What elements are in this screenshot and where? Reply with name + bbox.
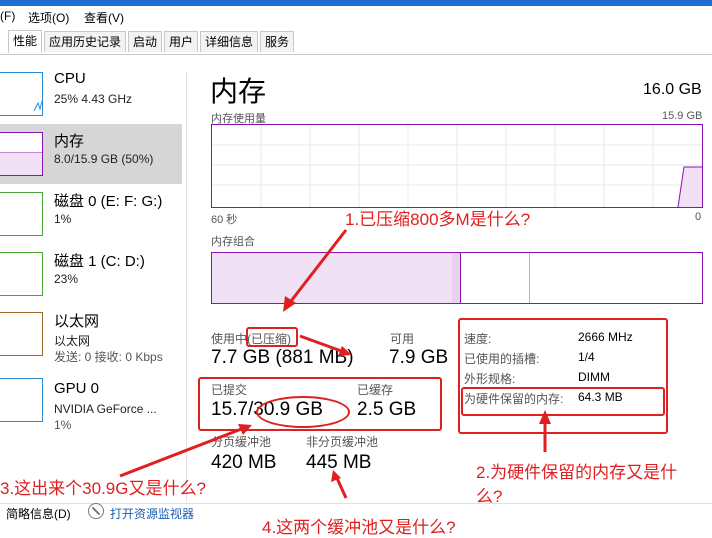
annotation-question-committed: 3.这出来个30.9G又是什么? [0, 479, 206, 498]
annotation-arrows [119, 229, 551, 499]
annotation-question-hardware-reserved-cont: 么? [476, 487, 503, 506]
annotation-question-pools: 4.这两个缓冲池又是什么? [262, 518, 456, 537]
annotation-question-hardware-reserved: 2.为硬件保留的内存又是什 [476, 463, 678, 482]
annotation-question-compressed: 1.已压缩800多M是什么? [345, 210, 531, 229]
